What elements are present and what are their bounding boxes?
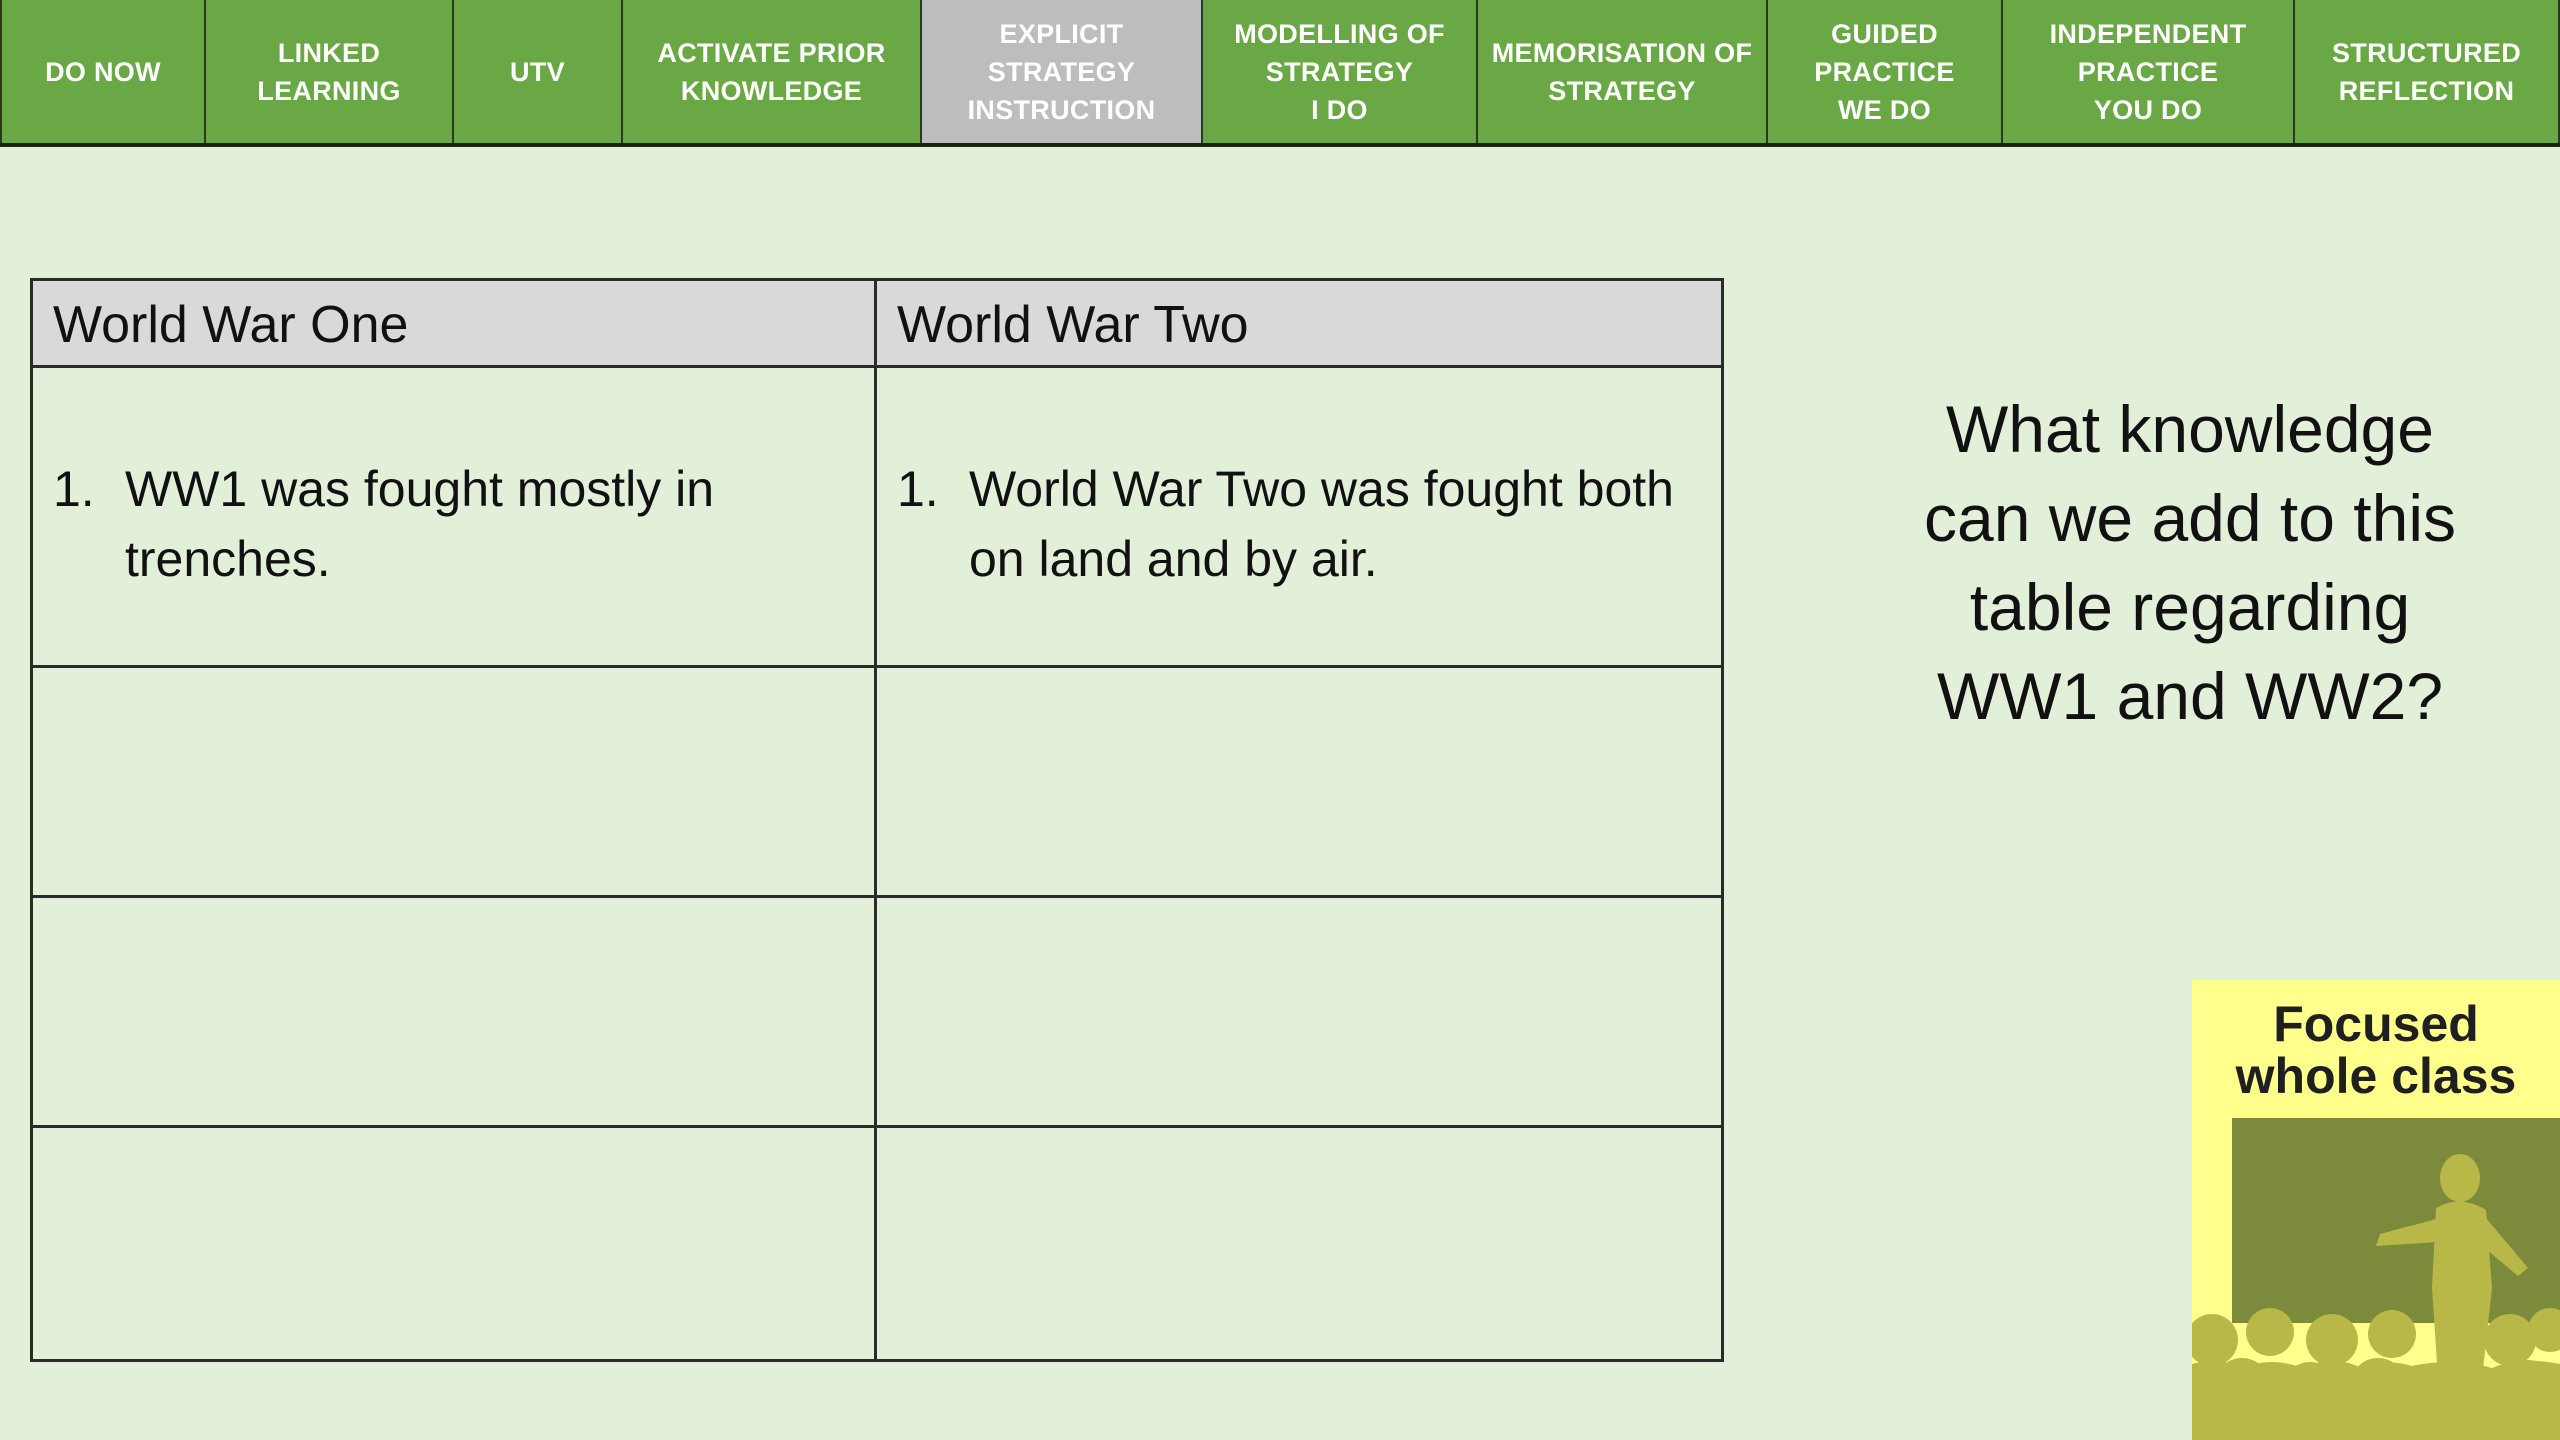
table-cell-empty (877, 668, 1721, 898)
table-cell-empty (33, 898, 877, 1128)
table-header-ww2: World War Two (877, 281, 1721, 368)
badge-title: Focused whole class (2235, 996, 2517, 1104)
list-item-text: World War Two was fought both on land an… (969, 461, 1674, 587)
focused-whole-class-badge: Focused whole class (2192, 980, 2560, 1440)
tab-memorisation-of-strategy[interactable]: MEMORISATION OF STRATEGY (1478, 0, 1768, 143)
lesson-stage-nav: DO NOW LINKED LEARNING UTV ACTIVATE PRIO… (0, 0, 2560, 147)
tab-linked-learning[interactable]: LINKED LEARNING (206, 0, 454, 143)
question-prompt: What knowledge can we add to this table … (1924, 392, 2456, 733)
list-item: 1. WW1 was fought mostly in trenches. (53, 454, 854, 594)
table-cell-empty (877, 898, 1721, 1128)
list-item-text: WW1 was fought mostly in trenches. (125, 461, 715, 587)
table-cell-empty (33, 1128, 877, 1359)
whole-class-teaching-icon (2192, 1118, 2560, 1440)
tab-modelling-of-strategy[interactable]: MODELLING OF STRATEGY I DO (1203, 0, 1478, 143)
tab-explicit-strategy-instruction[interactable]: EXPLICIT STRATEGY INSTRUCTION (922, 0, 1203, 143)
tab-do-now[interactable]: DO NOW (0, 0, 206, 143)
table-cell-ww1-row1: 1. WW1 was fought mostly in trenches. (33, 368, 877, 668)
list-item-number: 1. (53, 461, 95, 517)
table-cell-empty (877, 1128, 1721, 1359)
tab-activate-prior-knowledge[interactable]: ACTIVATE PRIOR KNOWLEDGE (623, 0, 922, 143)
table-cell-ww2-row1: 1. World War Two was fought both on land… (877, 368, 1721, 668)
list-item-number: 1. (897, 461, 939, 517)
tab-utv[interactable]: UTV (454, 0, 623, 143)
comparison-table: World War One World War Two 1. WW1 was f… (30, 278, 1724, 1362)
table-cell-empty (33, 668, 877, 898)
tab-independent-practice[interactable]: INDEPENDENT PRACTICE YOU DO (2003, 0, 2295, 143)
table-header-ww1: World War One (33, 281, 877, 368)
tab-structured-reflection[interactable]: STRUCTURED REFLECTION (2295, 0, 2560, 143)
list-item: 1. World War Two was fought both on land… (897, 454, 1701, 594)
tab-guided-practice[interactable]: GUIDED PRACTICE WE DO (1768, 0, 2003, 143)
